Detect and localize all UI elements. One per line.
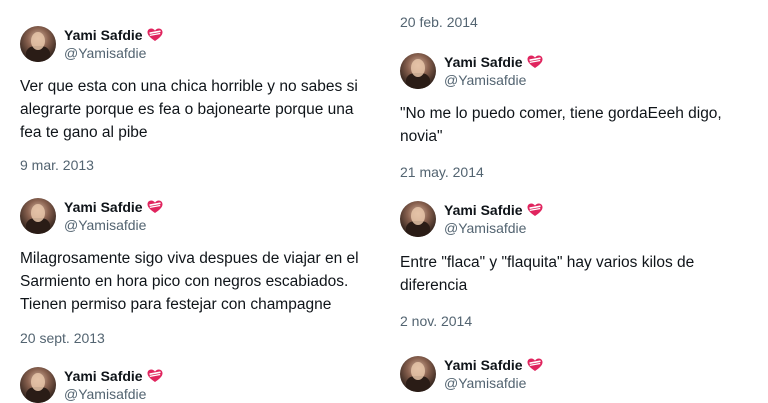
tweet-date[interactable]: 9 mar. 2013 <box>20 156 94 174</box>
display-name[interactable]: Yami Safdie <box>444 53 523 71</box>
heart-badge-icon <box>147 200 163 213</box>
tweet-date[interactable]: 21 may. 2014 <box>400 163 484 181</box>
user-handle[interactable]: @Yamisafdie <box>64 385 163 403</box>
display-name[interactable]: Yami Safdie <box>64 367 143 385</box>
heart-badge-icon <box>147 369 163 382</box>
display-name[interactable]: Yami Safdie <box>64 26 143 44</box>
avatar[interactable] <box>20 367 56 403</box>
avatar[interactable] <box>20 26 56 62</box>
tweet-date[interactable]: 2 nov. 2014 <box>400 312 472 330</box>
avatar[interactable] <box>400 53 436 89</box>
heart-badge-icon <box>527 55 543 68</box>
tweet-text: "No me lo puedo comer, tiene gordaEeeh d… <box>400 105 722 145</box>
tweet-text: Milagrosamente sigo viva despues de viaj… <box>20 250 359 313</box>
user-handle[interactable]: @Yamisafdie <box>64 44 163 62</box>
user-handle[interactable]: @Yamisafdie <box>444 71 543 89</box>
heart-badge-icon <box>147 28 163 41</box>
display-name[interactable]: Yami Safdie <box>444 201 523 219</box>
tweet-header[interactable]: Yami Safdie @Yamisafdie <box>20 198 163 234</box>
display-name[interactable]: Yami Safdie <box>64 198 143 216</box>
tweet-header[interactable]: Yami Safdie @Yamisafdie <box>20 367 163 403</box>
tweet-text: Ver que esta con una chica horrible y no… <box>20 78 358 141</box>
user-handle[interactable]: @Yamisafdie <box>64 216 163 234</box>
user-handle[interactable]: @Yamisafdie <box>444 374 543 392</box>
tweet-header[interactable]: Yami Safdie @Yamisafdie <box>400 53 543 89</box>
user-handle[interactable]: @Yamisafdie <box>444 219 543 237</box>
tweet-header[interactable]: Yami Safdie @Yamisafdie <box>400 356 543 392</box>
tweet-text: Entre "flaca" y "flaquita" hay varios ki… <box>400 254 695 294</box>
tweet-date[interactable]: 20 sept. 2013 <box>20 329 105 347</box>
avatar[interactable] <box>20 198 56 234</box>
tweet-date[interactable]: 20 feb. 2014 <box>400 13 478 31</box>
heart-badge-icon <box>527 358 543 371</box>
tweet-header[interactable]: Yami Safdie @Yamisafdie <box>20 26 163 62</box>
avatar[interactable] <box>400 201 436 237</box>
heart-badge-icon <box>527 203 543 216</box>
tweet-header[interactable]: Yami Safdie @Yamisafdie <box>400 201 543 237</box>
display-name[interactable]: Yami Safdie <box>444 356 523 374</box>
avatar[interactable] <box>400 356 436 392</box>
